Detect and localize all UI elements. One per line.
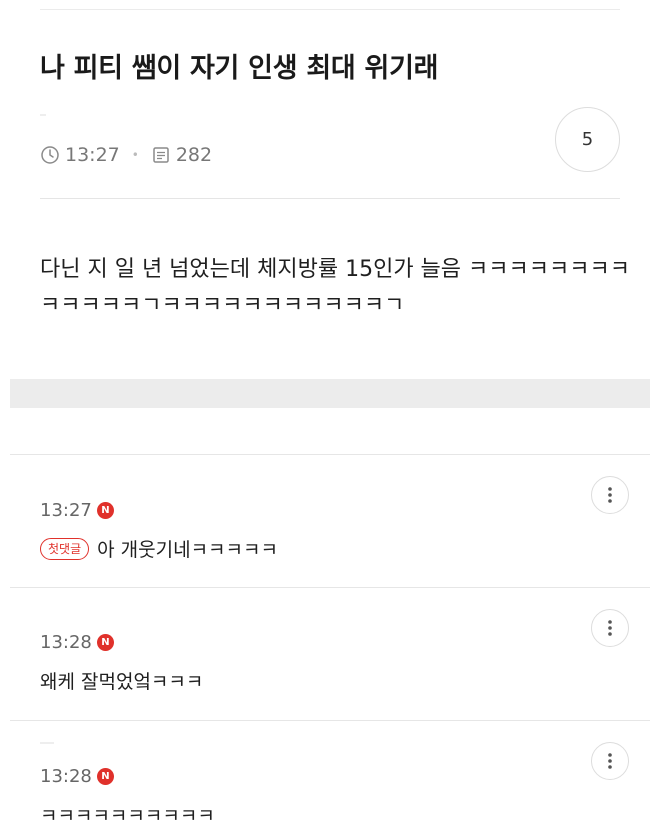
- comment-content: 왜케 잘먹었엌ㅋㅋㅋ: [40, 667, 631, 694]
- post-title: 나 피티 쌤이 자기 인생 최대 위기래: [40, 53, 439, 84]
- clock-icon: [40, 145, 60, 165]
- post-page: 나 피티 쌤이 자기 인생 최대 위기래 13:27 • 282 5 다닌 지 …: [0, 0, 671, 822]
- meta-separator: •: [131, 148, 139, 162]
- comment-content: 첫댓글 아 개웃기네ㅋㅋㅋㅋㅋ: [40, 535, 631, 562]
- post-views: 282: [175, 144, 213, 166]
- post-body: 다닌 지 일 년 넘었는데 체지방률 15인가 늘음 ㅋㅋㅋㅋㅋㅋㅋㅋㅋㅋㅋㅋㅋ…: [40, 257, 630, 318]
- dot-mark: [40, 742, 54, 744]
- more-vertical-icon: [608, 753, 612, 769]
- more-vertical-icon: [608, 620, 612, 636]
- comment-item: 13:28 N 왜케 잘먹었엌ㅋㅋㅋ: [40, 632, 631, 694]
- new-badge: N: [96, 768, 114, 785]
- post-divider: [40, 198, 620, 199]
- comment-meta: 13:28 N: [40, 632, 631, 653]
- first-comment-tag: 첫댓글: [40, 537, 90, 560]
- new-badge: N: [96, 634, 114, 651]
- comment-divider: [10, 720, 650, 721]
- more-options-button[interactable]: [591, 609, 629, 647]
- comment-text: 아 개웃기네ㅋㅋㅋㅋㅋ: [97, 539, 278, 561]
- more-options-button[interactable]: [591, 476, 629, 514]
- comment-time: 13:28: [40, 632, 92, 653]
- comment-item: 13:28 N ㅋㅋㅋㅋㅋㅋㅋㅋㅋㅋ: [40, 766, 631, 822]
- top-divider: [40, 9, 620, 10]
- comment-meta: 13:28 N: [40, 766, 631, 787]
- comment-text: ㅋㅋㅋㅋㅋㅋㅋㅋㅋㅋ: [40, 805, 215, 822]
- post-time: 13:27: [65, 144, 120, 166]
- comment-item: 13:27 N 첫댓글 아 개웃기네ㅋㅋㅋㅋㅋ: [40, 500, 631, 562]
- section-separator: [10, 379, 650, 408]
- dot-mark: [40, 114, 46, 116]
- comment-time: 13:27: [40, 500, 92, 521]
- comment-count-button[interactable]: 5: [555, 107, 620, 172]
- comment-text: 왜케 잘먹었엌ㅋㅋㅋ: [40, 671, 204, 693]
- post-meta: 13:27 • 282: [40, 144, 212, 166]
- new-badge: N: [96, 502, 114, 519]
- comment-content: ㅋㅋㅋㅋㅋㅋㅋㅋㅋㅋ: [40, 801, 631, 822]
- comment-meta: 13:27 N: [40, 500, 631, 521]
- views-icon: [151, 145, 171, 165]
- comment-count: 5: [581, 129, 594, 150]
- more-vertical-icon: [608, 487, 612, 503]
- comment-divider: [10, 454, 650, 455]
- more-options-button[interactable]: [591, 742, 629, 780]
- comment-time: 13:28: [40, 766, 92, 787]
- comment-divider: [10, 587, 650, 588]
